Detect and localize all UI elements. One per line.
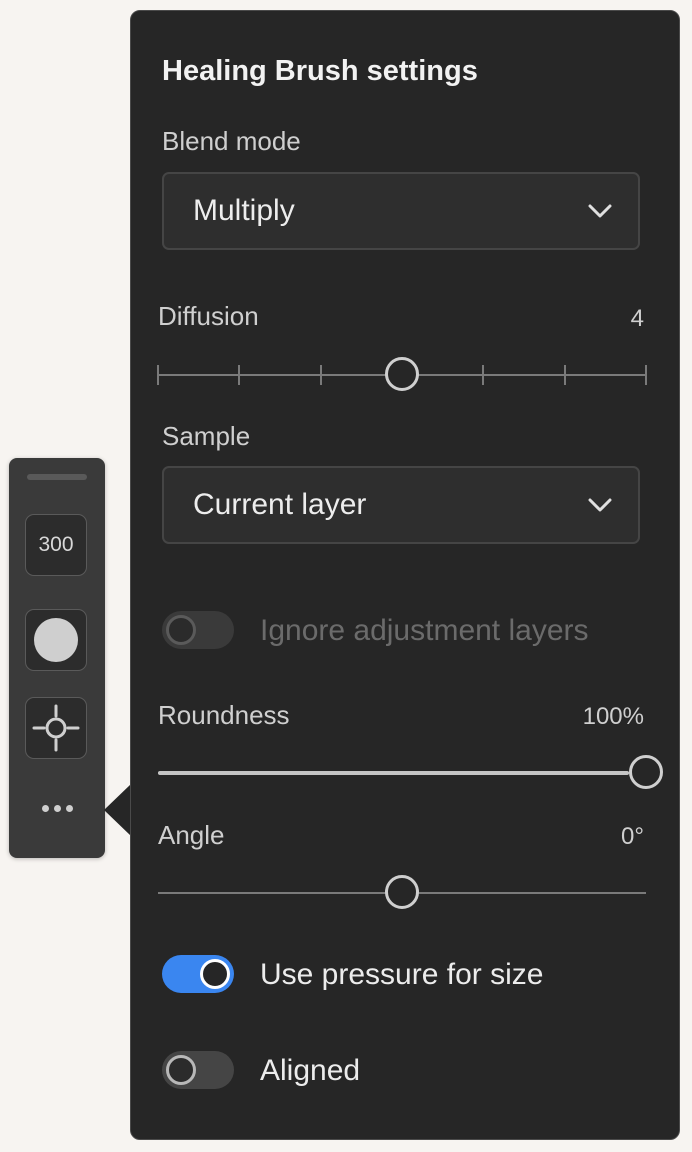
slider-fill [158,771,629,775]
blend-mode-label: Blend mode [162,126,301,156]
chevron-down-icon [588,498,612,512]
ignore-adjustment-layers-label: Ignore adjustment layers [260,614,589,647]
angle-label: Angle [158,820,225,850]
slider-thumb[interactable] [385,357,419,391]
roundness-value: 100% [582,703,644,730]
slider-thumb[interactable] [629,755,663,789]
slider-tick [157,365,159,385]
crosshair-icon [32,704,80,752]
popover-caret [104,784,131,836]
hardness-dot-icon [34,618,78,662]
more-dots-icon[interactable] [37,796,77,820]
sample-value: Current layer [193,488,367,521]
angle-value: 0° [621,823,644,850]
angle-slider[interactable] [158,873,646,913]
slider-tick [482,365,485,385]
slider-tick [238,365,241,385]
slider-tick [563,365,566,385]
slider-tick [319,365,322,385]
drag-handle[interactable] [27,474,87,480]
aligned-row: Aligned [162,1051,642,1091]
diffusion-value: 4 [630,305,644,332]
roundness-slider[interactable] [158,753,663,793]
slider-thumb[interactable] [385,875,419,909]
healing-brush-settings-panel: Healing Brush settings Blend mode Multip… [130,10,680,1140]
brush-mini-toolbar: 300 [9,458,105,858]
sample-source-button[interactable] [25,697,87,759]
ignore-adjustment-layers-row: Ignore adjustment layers [162,611,642,651]
use-pressure-toggle[interactable] [162,955,234,993]
aligned-toggle[interactable] [162,1051,234,1089]
brush-hardness-button[interactable] [25,609,87,671]
use-pressure-label: Use pressure for size [260,958,544,991]
diffusion-slider[interactable] [157,355,647,395]
roundness-label: Roundness [158,700,290,730]
brush-size-value: 300 [38,533,74,556]
ignore-adjustment-layers-toggle[interactable] [162,611,234,649]
slider-tick [645,365,647,385]
sample-label: Sample [162,421,251,451]
blend-mode-value: Multiply [193,194,295,227]
aligned-label: Aligned [260,1054,361,1087]
blend-mode-dropdown[interactable]: Multiply [162,172,640,250]
panel-title: Healing Brush settings [162,55,478,87]
sample-dropdown[interactable]: Current layer [162,466,640,544]
use-pressure-row: Use pressure for size [162,955,642,995]
diffusion-label: Diffusion [158,301,259,331]
chevron-down-icon [588,204,612,218]
brush-size-button[interactable]: 300 [25,514,87,576]
